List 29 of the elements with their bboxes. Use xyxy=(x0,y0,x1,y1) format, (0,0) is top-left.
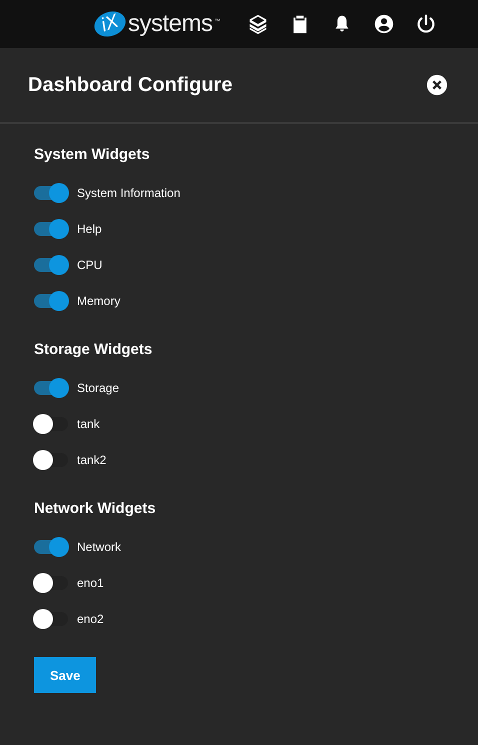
toggle-switch[interactable] xyxy=(34,417,68,431)
toggle-label: Memory xyxy=(77,294,120,308)
panel-title: Dashboard Configure xyxy=(28,74,232,96)
toggle-switch[interactable] xyxy=(34,576,68,590)
section-heading: Storage Widgets xyxy=(34,341,154,358)
toggle-label: tank2 xyxy=(77,453,106,467)
toggle-label: Network xyxy=(77,540,122,554)
toggle-label: CPU xyxy=(77,258,102,272)
power-icon[interactable] xyxy=(414,13,437,35)
toggle-label: tank xyxy=(77,417,100,431)
close-icon[interactable] xyxy=(426,74,448,96)
toggle-switch[interactable] xyxy=(34,258,68,272)
toggle-label: eno2 xyxy=(77,612,104,626)
toggle-switch[interactable] xyxy=(34,222,68,236)
toggle-switch[interactable] xyxy=(34,381,68,395)
toggle-switch[interactable] xyxy=(34,294,68,308)
save-button[interactable]: Save xyxy=(34,657,96,693)
section-heading: Network Widgets xyxy=(34,500,157,517)
account-icon[interactable] xyxy=(372,13,395,35)
logo-text: systems xyxy=(128,10,213,38)
toggle-label: Help xyxy=(77,222,102,236)
toggle-switch[interactable] xyxy=(34,453,68,467)
toggle-switch[interactable] xyxy=(34,186,68,200)
section-heading: System Widgets xyxy=(34,146,151,163)
toggle-switch[interactable] xyxy=(34,612,68,626)
toggle-switch[interactable] xyxy=(34,540,68,554)
toggle-label: Storage xyxy=(77,381,120,395)
toggle-label: eno1 xyxy=(77,576,104,590)
toggle-label: System Information xyxy=(77,186,180,200)
